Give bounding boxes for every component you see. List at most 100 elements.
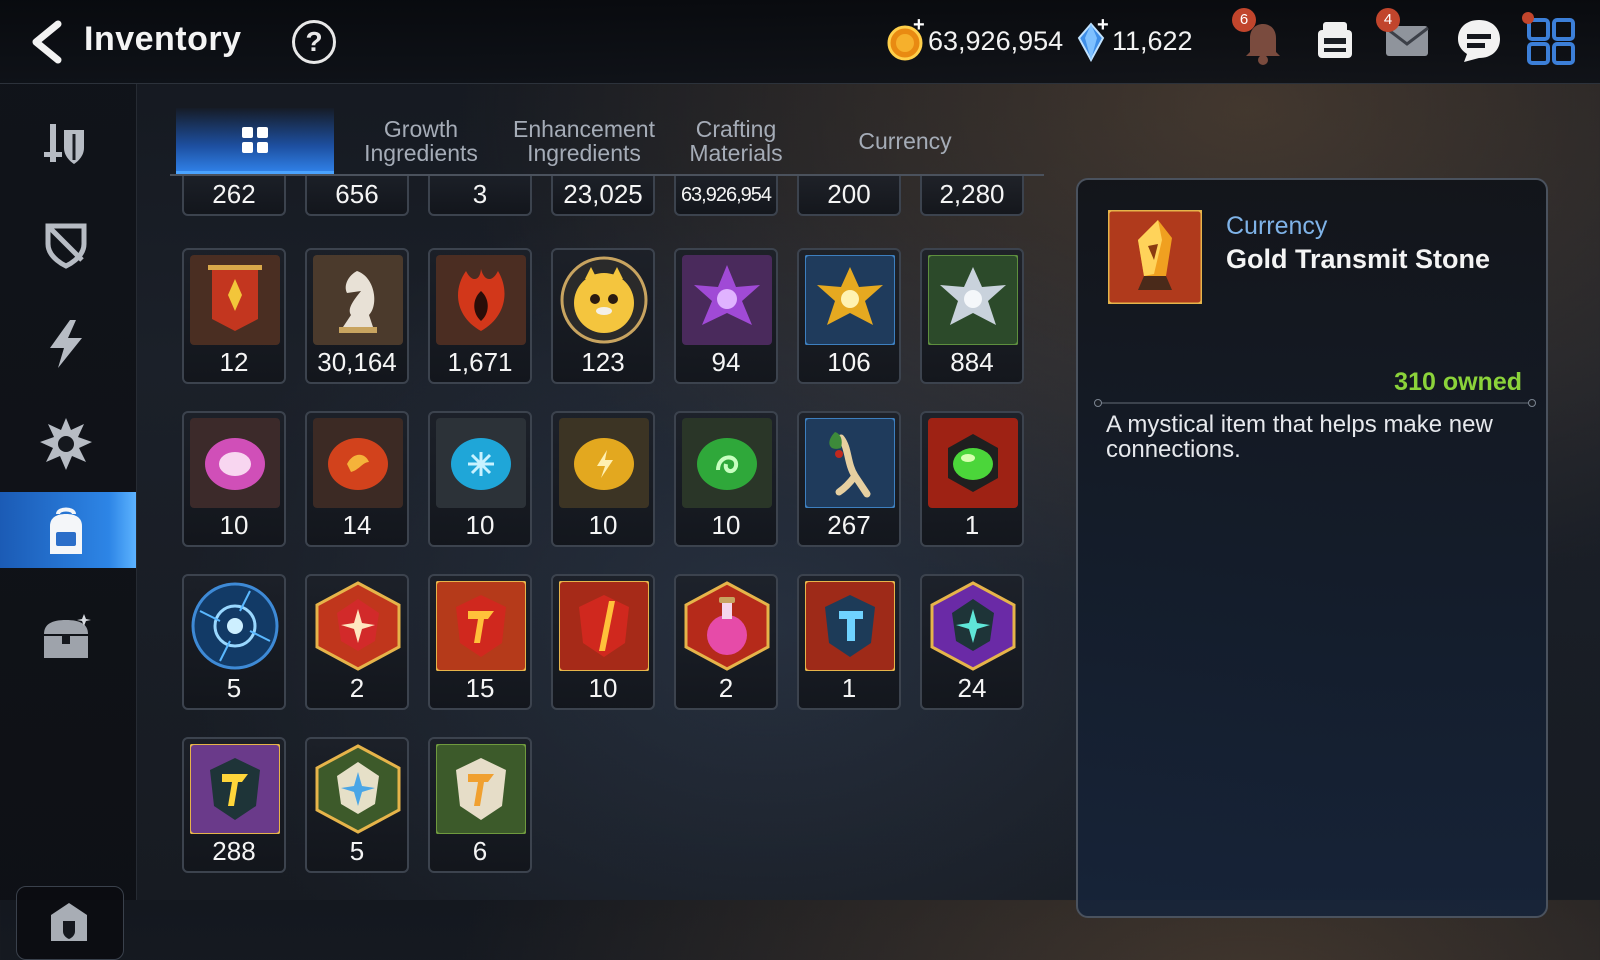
item-count: 12: [219, 347, 249, 377]
grid-icon: [242, 126, 268, 153]
mail-badge: 4: [1376, 8, 1400, 32]
inventory-item[interactable]: 2: [674, 574, 778, 710]
green-gem-icon: [928, 418, 1018, 508]
inventory-item[interactable]: 2,280: [920, 176, 1024, 216]
back-button[interactable]: [24, 18, 68, 66]
guild-storage-button[interactable]: [16, 886, 124, 960]
broken-shield-icon: [45, 223, 87, 269]
item-count: 94: [711, 347, 741, 377]
inventory-item[interactable]: 14: [305, 411, 409, 547]
item-count: 6: [472, 836, 488, 866]
inventory-item[interactable]: 6: [428, 737, 532, 873]
red-transmit-stone-icon: [435, 580, 527, 672]
inventory-item[interactable]: 23,025: [551, 176, 655, 216]
inventory-item[interactable]: 1,671: [428, 248, 532, 384]
item-count: 10: [219, 510, 249, 540]
inventory-item[interactable]: 10: [674, 411, 778, 547]
inventory-grid: 262 656 3 23,025 63,926,954 200 2,280 12…: [170, 176, 1040, 900]
sidebar-item-equipment[interactable]: [0, 102, 136, 178]
inventory-item[interactable]: 12: [182, 248, 286, 384]
gold-flower-icon: [804, 254, 896, 346]
sidebar-item-chests[interactable]: [0, 596, 136, 672]
inventory-item[interactable]: 63,926,954: [674, 176, 778, 216]
tab-crafting-materials[interactable]: Crafting Materials: [666, 108, 806, 174]
sidebar-item-inventory[interactable]: [0, 492, 136, 568]
inventory-item[interactable]: 10: [428, 411, 532, 547]
inventory-item[interactable]: 267: [797, 411, 901, 547]
item-count: 2: [349, 673, 365, 703]
blue-rune-icon: [436, 418, 526, 508]
item-count: 262: [212, 179, 256, 209]
white-star-stone-icon: [315, 744, 401, 834]
inventory-item[interactable]: 30,164: [305, 248, 409, 384]
inventory-item[interactable]: 884: [920, 248, 1024, 384]
help-button[interactable]: ?: [292, 20, 336, 64]
tab-currency[interactable]: Currency: [826, 108, 984, 174]
gold-transmit-stone-icon: [1106, 208, 1204, 306]
detail-description: A mystical item that helps make new conn…: [1106, 411, 1493, 463]
detail-item-icon: [1106, 208, 1204, 306]
item-count: 1: [841, 673, 857, 703]
item-count: 200: [827, 179, 871, 209]
inventory-item[interactable]: 106: [797, 248, 901, 384]
inventory-item[interactable]: 24: [920, 574, 1024, 710]
inventory-item[interactable]: 15: [428, 574, 532, 710]
crystal-plus-icon: +: [1097, 14, 1109, 36]
item-count: 10: [465, 510, 495, 540]
armor-sword-icon: [44, 124, 84, 164]
crystal-resource[interactable]: + 11,622: [1076, 14, 1196, 62]
purple-star-stone-icon: [930, 581, 1016, 671]
gold-rune-icon: [559, 418, 649, 508]
inventory-item[interactable]: 10: [551, 574, 655, 710]
blue-portal-icon: [191, 582, 279, 670]
backpack-icon: [50, 507, 82, 554]
mail-button[interactable]: 4: [1376, 8, 1434, 68]
menu-button[interactable]: [1522, 12, 1578, 68]
gold-resource[interactable]: + 63,926,954: [886, 14, 1063, 62]
red-star-stone-icon: [315, 581, 401, 671]
inventory-item[interactable]: 262: [182, 176, 286, 216]
item-count: 123: [581, 347, 625, 377]
item-count: 63,926,954: [680, 184, 772, 206]
item-count: 267: [827, 510, 871, 540]
item-count: 2,280: [939, 179, 1005, 209]
inventory-item[interactable]: 1: [920, 411, 1024, 547]
inventory-item[interactable]: 288: [182, 737, 286, 873]
inventory-item[interactable]: 200: [797, 176, 901, 216]
inventory-item[interactable]: 656: [305, 176, 409, 216]
item-count: 30,164: [317, 347, 397, 377]
inventory-item[interactable]: 2: [305, 574, 409, 710]
inventory-item[interactable]: 5: [182, 574, 286, 710]
inventory-item[interactable]: 94: [674, 248, 778, 384]
page-title: Inventory: [84, 20, 242, 58]
item-count: 10: [588, 673, 618, 703]
inventory-item[interactable]: 10: [551, 411, 655, 547]
friends-button[interactable]: [1308, 14, 1362, 68]
purple-transmit-stone-icon: [189, 743, 281, 835]
tab-growth-ingredients[interactable]: Growth Ingredients: [342, 108, 500, 174]
sidebar-item-runes[interactable]: [0, 402, 136, 478]
item-count: 1,671: [447, 347, 513, 377]
item-count: 288: [212, 836, 256, 866]
sidebar-item-catalysts[interactable]: [0, 302, 136, 378]
chat-button[interactable]: [1452, 14, 1506, 68]
tab-all[interactable]: [176, 108, 334, 174]
inventory-item[interactable]: 123: [551, 248, 655, 384]
chat-bubble-icon: [1458, 20, 1500, 62]
inventory-item[interactable]: 1: [797, 574, 901, 710]
top-bar: Inventory ? + 63,926,954 + 11,622 6 4: [0, 0, 1600, 84]
inventory-item[interactable]: 10: [182, 411, 286, 547]
castle-shield-icon: [51, 903, 87, 941]
inventory-item[interactable]: 5: [305, 737, 409, 873]
detail-divider: [1094, 399, 1536, 407]
tab-enhancement-ingredients[interactable]: Enhancement Ingredients: [505, 108, 663, 174]
gold-plus-icon: +: [913, 14, 925, 36]
item-count: 24: [957, 673, 987, 703]
inventory-item[interactable]: 3: [428, 176, 532, 216]
sidebar-item-artifacts[interactable]: [0, 202, 136, 278]
purple-flower-icon: [682, 255, 772, 345]
pink-rune-icon: [190, 418, 280, 508]
notifications-button[interactable]: 6: [1232, 8, 1290, 68]
pink-potion-icon: [684, 581, 770, 671]
item-count: 14: [342, 510, 372, 540]
